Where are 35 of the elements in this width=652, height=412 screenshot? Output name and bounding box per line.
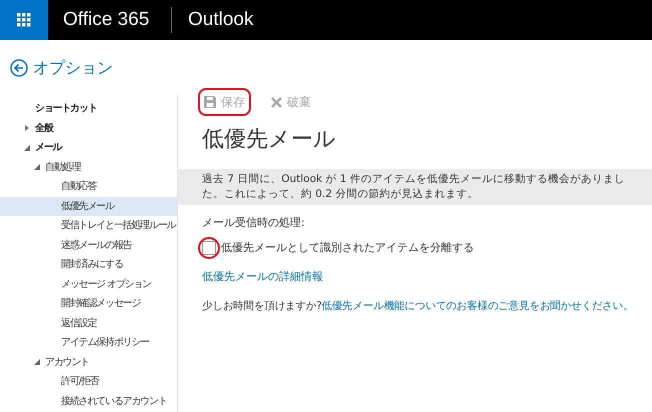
back-link[interactable]: オプション [33, 56, 113, 80]
sidebar-item[interactable]: 低優先メール [0, 196, 177, 216]
sidebar-item[interactable]: 開封確認メッセージ [0, 294, 177, 314]
sidebar-item[interactable]: アカウント [0, 352, 177, 372]
expanded-arrow-icon[interactable] [34, 359, 40, 366]
sidebar-item[interactable]: 迷惑メールの報告 [0, 236, 177, 255]
checkbox-label: 低優先メールとして識別されたアイテムを分離する [221, 240, 474, 256]
collapsed-arrow-icon[interactable] [24, 125, 30, 132]
sidebar-item[interactable]: 自動応答 [0, 177, 177, 196]
info-bar: 過去 7 日間に、Outlook が 1 件のアイテムを低優先メールに移動する機会がありました。これによって、約 0.2 分間の節約が見込まれます。 [178, 169, 652, 205]
app-launcher-button[interactable] [0, 0, 48, 40]
sidebar-item[interactable]: 自動処理 [0, 158, 177, 177]
expanded-arrow-icon[interactable] [34, 164, 40, 170]
page-title: 低優先メール [201, 126, 337, 154]
checkbox[interactable] [202, 240, 216, 255]
back-icon[interactable] [10, 58, 28, 76]
sidebar-item[interactable]: 接続されているアカウント [0, 392, 177, 411]
sidebar-item[interactable]: 許可/拒否 [0, 372, 177, 392]
sidebar-item[interactable]: 開封済みにする [0, 255, 177, 274]
grid-icon [17, 13, 31, 27]
sidebar-item[interactable]: メール [0, 138, 177, 158]
app-name[interactable]: Outlook [188, 6, 254, 34]
expanded-arrow-icon[interactable] [24, 144, 30, 151]
sidebar-item[interactable]: 返信設定 [0, 314, 177, 333]
sidebar-item[interactable]: アイテム保持ポリシー [0, 333, 177, 352]
close-icon [271, 96, 282, 108]
sidebar-item[interactable]: メッセージ オプション [0, 274, 177, 294]
section-label: メール受信時の処理: [202, 215, 306, 231]
feedback-prompt: 少しお時間を頂けますか? [202, 298, 322, 314]
details-link[interactable]: 低優先メールの詳細情報 [202, 269, 652, 286]
sidebar-item[interactable]: 全般 [0, 118, 177, 138]
product-name[interactable]: Office 365 [63, 6, 171, 34]
feedback-link[interactable]: 低優先メール機能についてのお客様のご意見をお聞かせください。 [321, 298, 634, 314]
sidebar-item[interactable]: ショートカット [0, 99, 177, 118]
sidebar-item[interactable]: 受信トレイと一括処理ルール [0, 216, 177, 236]
